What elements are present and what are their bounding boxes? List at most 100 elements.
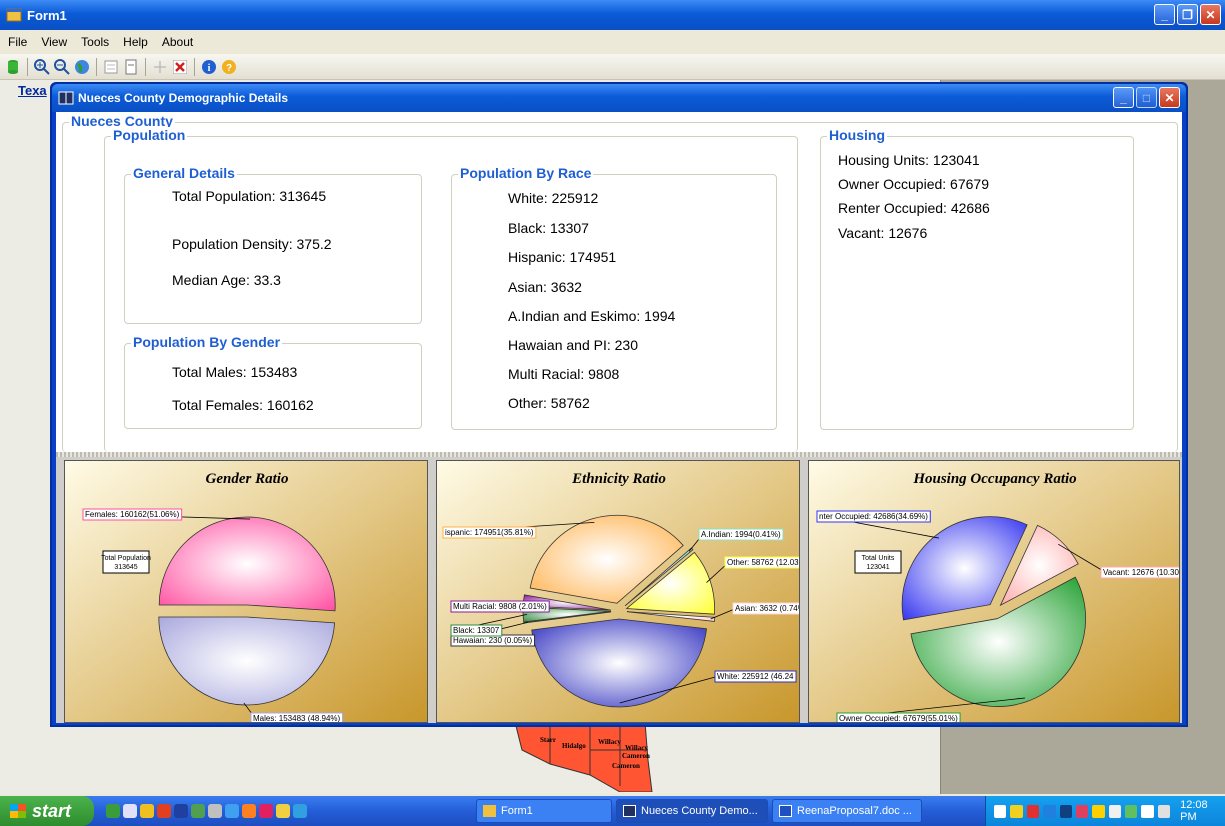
toolbar: i ?: [0, 54, 1225, 80]
population-density: Population Density: 375.2: [172, 236, 332, 252]
pie-label-vacant-12676-10-30: Vacant: 12676 (10.30%): [1103, 568, 1180, 577]
pie-label-multi-racial-9808-2-01: Multi Racial: 9808 (2.01%): [453, 602, 547, 611]
quicklaunch-icon-4[interactable]: [157, 804, 171, 818]
pie-label-black-13307: Black: 13307: [453, 626, 500, 635]
quicklaunch-icon-6[interactable]: [191, 804, 205, 818]
quicklaunch-icon-11[interactable]: [276, 804, 290, 818]
minimize-button[interactable]: _: [1154, 4, 1175, 25]
child-maximize-button[interactable]: □: [1136, 87, 1157, 108]
tray-icon-7[interactable]: [1092, 804, 1105, 818]
demographic-window: Nueces County Demographic Details _ □ ✕ …: [50, 82, 1188, 727]
population-label: Population: [111, 127, 188, 143]
system-tray: 12:08 PM: [985, 796, 1225, 826]
quicklaunch-icon-3[interactable]: [140, 804, 154, 818]
ethnicity-ratio-chart: Ethnicity Ratio ispanic: 174951(35.81%) A…: [436, 460, 800, 723]
globe-icon[interactable]: [73, 58, 91, 76]
center-label-total-population: Total Population: [101, 555, 151, 562]
menu-tools[interactable]: Tools: [81, 35, 109, 49]
help-icon[interactable]: ?: [220, 58, 238, 76]
total-population: Total Population: 313645: [172, 188, 327, 204]
tray-icon-8[interactable]: [1108, 804, 1121, 818]
map-label-cameron-2: Cameron: [612, 762, 640, 770]
database-icon[interactable]: [4, 58, 22, 76]
total-females: Total Females: 160162: [172, 397, 314, 413]
quicklaunch-icon-2[interactable]: [123, 804, 137, 818]
zoom-in-icon[interactable]: [33, 58, 51, 76]
pie-label-ispanic-174951-35-81: ispanic: 174951(35.81%): [445, 528, 534, 537]
median-age: Median Age: 33.3: [172, 272, 281, 288]
quicklaunch-icon-12[interactable]: [293, 804, 307, 818]
pointer-icon[interactable]: [151, 58, 169, 76]
taskbar: start Form1 Nueces County Demo... ReenaP…: [0, 796, 1225, 826]
child-title-bar[interactable]: Nueces County Demographic Details _ □ ✕: [52, 84, 1186, 112]
pie-label-males-153483-48-94: Males: 153483 (48.94%): [253, 714, 341, 723]
windows-logo-icon: [10, 804, 26, 818]
document-icon[interactable]: [122, 58, 140, 76]
race-black: Black: 13307: [508, 220, 589, 236]
svg-text:?: ?: [226, 63, 232, 74]
menu-about[interactable]: About: [162, 35, 193, 49]
app-title-bar[interactable]: Form1 _ ❐ ✕: [0, 0, 1225, 30]
menu-bar: File View Tools Help About: [0, 30, 1225, 54]
housing-units: Housing Units: 123041: [838, 152, 980, 168]
renter-occupied: Renter Occupied: 42686: [838, 200, 990, 216]
race-hispanic: Hispanic: 174951: [508, 249, 617, 265]
task-form1[interactable]: Form1: [476, 799, 612, 823]
wifi-icon[interactable]: [1157, 804, 1171, 818]
word-icon: [779, 805, 792, 817]
list-icon[interactable]: [102, 58, 120, 76]
center-label-313645: 313645: [114, 564, 137, 571]
housing-label: Housing: [827, 127, 887, 143]
pie-label-hawaian-230-0-05: Hawaian: 230 (0.05%): [453, 636, 532, 645]
quicklaunch-icon-1[interactable]: [106, 804, 120, 818]
tray-icon-3[interactable]: [1026, 804, 1040, 818]
tray-icon-6[interactable]: [1075, 804, 1089, 818]
housing-chart-title: Housing Occupancy Ratio: [912, 471, 1076, 487]
housing-occupancy-chart: Housing Occupancy Ratio nter Occupied: 4…: [808, 460, 1180, 723]
close-button[interactable]: ✕: [1200, 4, 1221, 25]
total-males: Total Males: 153483: [172, 364, 298, 380]
tray-icon-1[interactable]: [994, 804, 1007, 818]
menu-file[interactable]: File: [8, 35, 27, 49]
quicklaunch-icon-5[interactable]: [174, 804, 188, 818]
tray-icon-5[interactable]: [1059, 804, 1072, 818]
start-button[interactable]: start: [0, 796, 94, 826]
child-minimize-button[interactable]: _: [1113, 87, 1134, 108]
general-details-label: General Details: [131, 165, 237, 181]
tray-icon-2[interactable]: [1010, 804, 1023, 818]
tray-icon-9[interactable]: [1125, 804, 1138, 818]
tray-icon-4[interactable]: [1043, 804, 1056, 818]
tray-icon-10[interactable]: [1141, 804, 1154, 818]
quicklaunch-icon-10[interactable]: [259, 804, 273, 818]
center-label-123041: 123041: [866, 564, 889, 571]
form-icon: [6, 7, 22, 23]
race-aindian: A.Indian and Eskimo: 1994: [508, 308, 676, 324]
info-icon[interactable]: i: [200, 58, 218, 76]
clock[interactable]: 12:08 PM: [1180, 799, 1225, 823]
task-word-doc[interactable]: ReenaProposal7.doc ...: [772, 799, 922, 823]
menu-help[interactable]: Help: [123, 35, 148, 49]
population-by-race-label: Population By Race: [458, 165, 594, 181]
menu-view[interactable]: View: [41, 35, 67, 49]
pie-label-owner-occupied-67679-55-01: Owner Occupied: 67679(55.01%): [839, 714, 958, 723]
gender-chart-title: Gender Ratio: [206, 471, 289, 487]
pie-label-white-225912-46-24: White: 225912 (46.24: [717, 672, 794, 681]
zoom-out-icon[interactable]: [53, 58, 71, 76]
map-label-hidalgo: Hidalgo: [562, 742, 586, 750]
quicklaunch-icon-8[interactable]: [225, 804, 239, 818]
race-other: Other: 58762: [508, 395, 590, 411]
quicklaunch-icon-9[interactable]: [242, 804, 256, 818]
vacant: Vacant: 12676: [838, 225, 928, 241]
ethnicity-chart-title: Ethnicity Ratio: [571, 471, 666, 487]
child-close-button[interactable]: ✕: [1159, 87, 1180, 108]
texas-map[interactable]: Starr Hidalgo Willacy Willacy Cameron Ca…: [510, 720, 660, 792]
quicklaunch-icon-7[interactable]: [208, 804, 222, 818]
task-nueces[interactable]: Nueces County Demo...: [616, 799, 768, 823]
background-tab[interactable]: Texa: [18, 83, 47, 98]
pie-label-a-indian-1994-0-41: A.Indian: 1994(0.41%): [701, 530, 781, 539]
map-label-cameron: Cameron: [622, 752, 650, 760]
restore-button[interactable]: ❐: [1177, 4, 1198, 25]
race-asian: Asian: 3632: [508, 279, 582, 295]
delete-icon[interactable]: [171, 58, 189, 76]
race-white: White: 225912: [508, 190, 599, 206]
